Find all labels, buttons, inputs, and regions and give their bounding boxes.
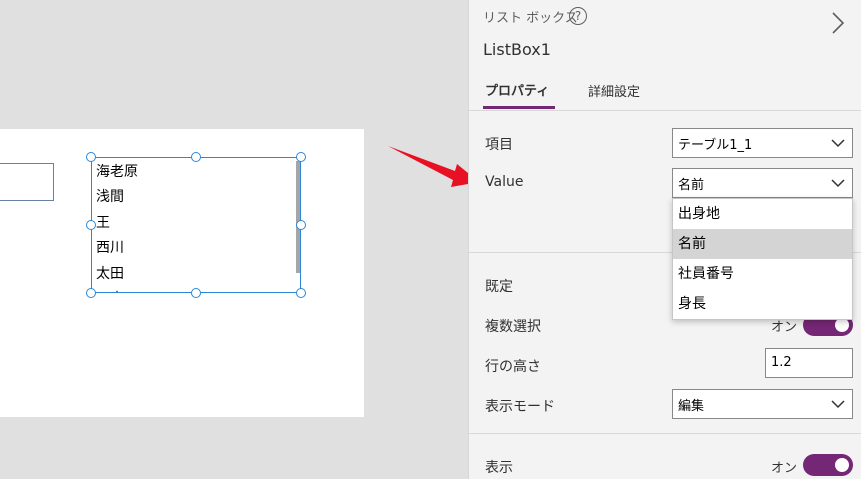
items-label: 項目 (485, 137, 513, 153)
tab-properties[interactable]: プロパティ (485, 80, 549, 99)
display-mode-label: 表示モード (485, 399, 555, 415)
listbox-items: 海老原 浅間 王 西川 太田 田中 (96, 160, 286, 292)
listbox-scrollbar[interactable] (296, 161, 300, 273)
control-type-label: リスト ボックス (483, 11, 578, 26)
display-mode-value: 編集 (678, 399, 705, 414)
default-label: 既定 (485, 279, 513, 295)
active-tab-indicator (483, 106, 555, 109)
listbox-item[interactable]: 海老原 (96, 160, 286, 185)
chevron-down-icon (831, 179, 845, 188)
divider (469, 110, 861, 111)
value-dropdown-menu: 出身地 名前 社員番号 身長 (672, 198, 853, 320)
properties-panel: リスト ボックス ? ListBox1 プロパティ 詳細設定 項目 テーブル1_… (468, 0, 861, 479)
visible-label: 表示 (485, 460, 513, 476)
display-mode-dropdown[interactable]: 編集 (672, 389, 853, 419)
text-input-control[interactable] (0, 163, 54, 201)
help-icon[interactable]: ? (569, 7, 587, 25)
chevron-right-icon[interactable] (827, 8, 849, 38)
toggle-knob (835, 318, 849, 332)
divider (469, 433, 861, 434)
resize-handle-top-left[interactable] (86, 152, 96, 162)
dropdown-option-selected[interactable]: 名前 (673, 229, 852, 259)
listbox-item[interactable]: 西川 (96, 236, 286, 261)
resize-handle-top[interactable] (191, 152, 201, 162)
control-name[interactable]: ListBox1 (483, 40, 551, 59)
listbox-item[interactable]: 浅間 (96, 185, 286, 210)
resize-handle-bottom-left[interactable] (86, 288, 96, 298)
toggle-knob (835, 458, 849, 472)
listbox-item[interactable]: 王 (96, 211, 286, 236)
canvas-area: 海老原 浅間 王 西川 太田 田中 (0, 0, 468, 479)
multi-select-label: 複数選択 (485, 319, 541, 335)
value-label: Value (485, 174, 524, 190)
dropdown-option[interactable]: 出身地 (673, 199, 852, 229)
resize-handle-bottom-right[interactable] (296, 288, 306, 298)
dropdown-option[interactable]: 社員番号 (673, 259, 852, 289)
resize-handle-left[interactable] (86, 220, 96, 230)
listbox-item[interactable]: 太田 (96, 262, 286, 287)
resize-handle-top-right[interactable] (296, 152, 306, 162)
resize-handle-bottom[interactable] (191, 288, 201, 298)
resize-handle-right[interactable] (296, 220, 306, 230)
line-height-label: 行の高さ (485, 359, 541, 375)
line-height-input[interactable]: 1.2 (765, 348, 853, 378)
listbox-control[interactable]: 海老原 浅間 王 西川 太田 田中 (91, 157, 301, 293)
value-dropdown[interactable]: 名前 (672, 168, 853, 198)
tab-advanced[interactable]: 詳細設定 (588, 81, 640, 100)
dropdown-option[interactable]: 身長 (673, 289, 852, 319)
chevron-down-icon (831, 139, 845, 148)
visible-toggle[interactable] (803, 454, 853, 476)
chevron-down-icon (831, 400, 845, 409)
items-dropdown-value: テーブル1_1 (678, 138, 753, 153)
visible-state: オン (771, 461, 798, 476)
items-dropdown[interactable]: テーブル1_1 (672, 128, 853, 158)
value-dropdown-value: 名前 (678, 178, 705, 193)
